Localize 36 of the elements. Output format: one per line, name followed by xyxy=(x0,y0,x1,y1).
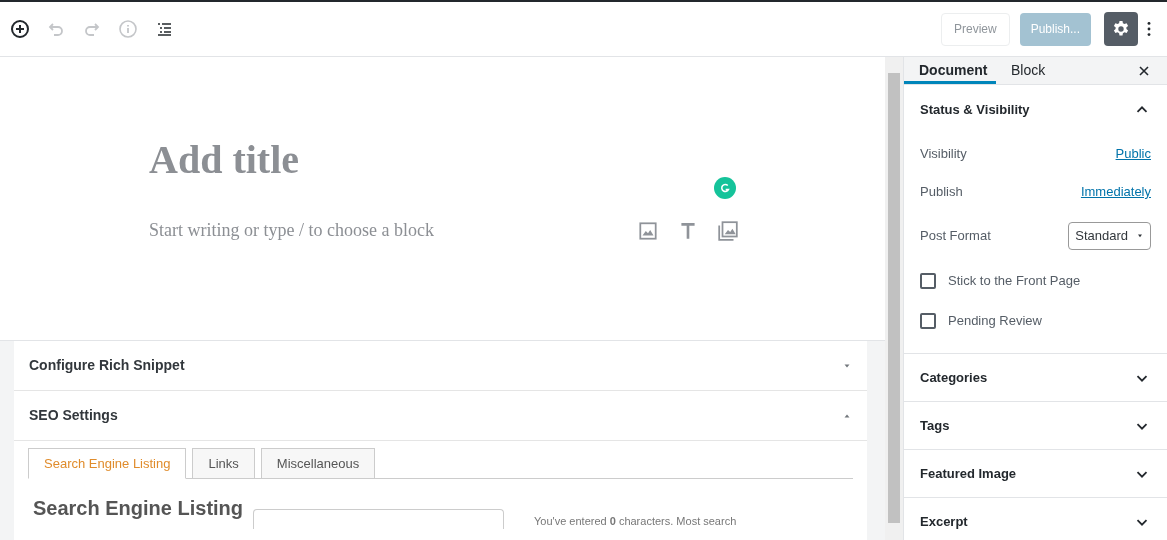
tab[interactable]: Links xyxy=(192,448,255,479)
meta-box-header[interactable]: SEO Settings xyxy=(14,391,867,441)
checkbox-label: Pending Review xyxy=(948,312,1042,331)
section-heading: Search Engine Listing xyxy=(32,496,245,521)
value-link[interactable]: Public xyxy=(1115,144,1151,164)
sidebar-tab[interactable]: Block xyxy=(996,57,1061,84)
panel-header[interactable]: Categories xyxy=(904,354,1167,402)
panel-title: Excerpt xyxy=(920,512,969,531)
gallery-icon[interactable] xyxy=(717,219,739,242)
field-label: Visibility xyxy=(920,145,968,164)
panel-header[interactable]: Status & Visibility xyxy=(920,85,1151,135)
post-format-dropdown[interactable]: Standard xyxy=(1068,222,1151,250)
panel-header[interactable]: Tags xyxy=(904,402,1167,450)
meta-box-title: Configure Rich Snippet xyxy=(29,356,186,375)
panel-header[interactable]: Featured Image xyxy=(904,450,1167,498)
tab[interactable]: Miscellaneous xyxy=(260,448,376,479)
meta-box-title: SEO Settings xyxy=(29,406,119,425)
panel-title: Tags xyxy=(920,416,951,435)
panel-title: Featured Image xyxy=(920,464,1018,483)
input-field[interactable] xyxy=(253,509,504,529)
checkbox-label: Stick to the Front Page xyxy=(948,272,1081,291)
character-count-note: You've entered 0 characters. Most search xyxy=(534,515,737,528)
field-label: Publish xyxy=(920,183,964,202)
field-label: Post Format xyxy=(920,227,992,246)
panel-title: Categories xyxy=(920,368,989,387)
sidebar-tab[interactable]: Document xyxy=(904,57,996,84)
image-icon[interactable] xyxy=(637,219,659,242)
meta-box-header[interactable]: Configure Rich Snippet xyxy=(14,341,867,391)
panel-title: Status & Visibility xyxy=(920,101,1031,120)
add-block-icon[interactable] xyxy=(10,19,30,39)
checkbox[interactable] xyxy=(920,313,936,329)
scrollbar-thumb[interactable] xyxy=(888,73,900,523)
panel-header[interactable]: Excerpt xyxy=(904,498,1167,540)
checkbox[interactable] xyxy=(920,273,936,289)
value-link[interactable]: Immediately xyxy=(1080,182,1151,202)
settings-button[interactable] xyxy=(1104,12,1138,46)
